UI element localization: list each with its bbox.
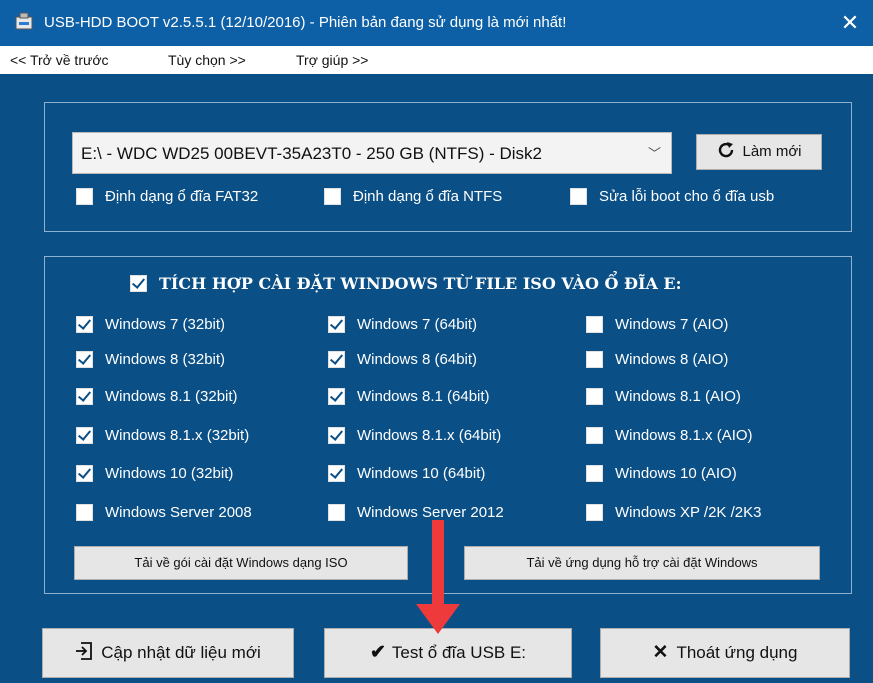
checkbox[interactable]: [570, 188, 587, 205]
windows-option[interactable]: Windows Server 2012: [328, 504, 504, 521]
windows-option[interactable]: Windows 7 (64bit): [328, 316, 477, 333]
menu-options[interactable]: Tùy chọn >>: [168, 52, 246, 68]
windows-option-label: Windows 8.1.x (32bit): [105, 427, 250, 444]
exit-app-button[interactable]: ✕ Thoát ứng dụng: [600, 628, 850, 678]
window-title: USB-HDD BOOT v2.5.5.1 (12/10/2016) - Phi…: [44, 14, 567, 31]
windows-option[interactable]: Windows 8.1 (AIO): [586, 388, 741, 405]
windows-option-label: Windows 10 (AIO): [615, 465, 737, 482]
fix-boot-option[interactable]: Sửa lỗi boot cho ổ đĩa usb: [570, 188, 774, 205]
windows-option[interactable]: Windows 8 (64bit): [328, 351, 477, 368]
usb-drive-icon: [15, 12, 33, 30]
windows-option-label: Windows 7 (32bit): [105, 316, 226, 333]
checkbox[interactable]: [76, 427, 93, 444]
checkbox[interactable]: [586, 427, 603, 444]
test-usb-button[interactable]: ✔ Test ổ đĩa USB E:: [324, 628, 572, 678]
windows-option[interactable]: Windows 8.1 (64bit): [328, 388, 490, 405]
windows-option[interactable]: Windows 8.1 (32bit): [76, 388, 238, 405]
download-tool-button[interactable]: Tải về ứng dụng hỗ trợ cài đặt Windows: [464, 546, 820, 580]
title-bar: USB-HDD BOOT v2.5.5.1 (12/10/2016) - Phi…: [0, 0, 873, 46]
checkbox[interactable]: [76, 351, 93, 368]
checkbox[interactable]: [76, 188, 93, 205]
checkbox[interactable]: [586, 388, 603, 405]
checkbox[interactable]: [328, 465, 345, 482]
format-fat32-label: Định dạng ổ đĩa FAT32: [105, 188, 259, 205]
windows-option[interactable]: Windows Server 2008: [76, 504, 252, 521]
checkbox[interactable]: [76, 388, 93, 405]
checkbox[interactable]: [328, 316, 345, 333]
menu-help[interactable]: Trợ giúp >>: [296, 52, 368, 68]
windows-option-label: Windows 8.1.x (64bit): [357, 427, 502, 444]
windows-option-label: Windows Server 2012: [357, 504, 504, 521]
checkbox[interactable]: [586, 351, 603, 368]
checkbox[interactable]: [130, 275, 147, 292]
checkbox[interactable]: [76, 465, 93, 482]
update-data-label: Cập nhật dữ liệu mới: [101, 643, 261, 662]
close-button[interactable]: ✕: [835, 8, 865, 38]
checkbox[interactable]: [328, 388, 345, 405]
checkbox[interactable]: [586, 465, 603, 482]
windows-option[interactable]: Windows XP /2K /2K3: [586, 504, 761, 521]
annotation-arrow-shaft: [432, 520, 444, 608]
checkbox[interactable]: [76, 504, 93, 521]
windows-option-label: Windows 8.1 (32bit): [105, 388, 238, 405]
windows-option[interactable]: Windows 10 (64bit): [328, 465, 485, 482]
windows-option-label: Windows 7 (64bit): [357, 316, 478, 333]
checkbox[interactable]: [328, 351, 345, 368]
checkbox[interactable]: [324, 188, 341, 205]
refresh-button[interactable]: Làm mới: [696, 134, 822, 170]
checkbox[interactable]: [328, 427, 345, 444]
windows-option-label: Windows 10 (32bit): [105, 465, 234, 482]
download-iso-button[interactable]: Tải về gói cài đặt Windows dạng ISO: [74, 546, 408, 580]
checkbox[interactable]: [328, 504, 345, 521]
windows-option[interactable]: Windows 8 (AIO): [586, 351, 728, 368]
windows-option-label: Windows XP /2K /2K3: [615, 504, 762, 521]
exit-app-label: Thoát ứng dụng: [676, 643, 798, 662]
checkbox[interactable]: [76, 316, 93, 333]
windows-option-label: Windows 8 (64bit): [357, 351, 478, 368]
drive-select-value: E:\ - WDC WD25 00BEVT-35A23T0 - 250 GB (…: [81, 144, 543, 163]
chevron-down-icon: ﹀: [647, 146, 661, 161]
windows-option-label: Windows 8.1 (AIO): [615, 388, 741, 405]
integrate-title: TÍCH HỢP CÀI ĐẶT WINDOWS TỪ FILE ISO VÀO…: [159, 274, 682, 293]
windows-option[interactable]: Windows 8.1.x (32bit): [76, 427, 249, 444]
test-usb-label: Test ổ đĩa USB E:: [391, 643, 527, 662]
annotation-arrow-icon: [416, 604, 460, 634]
windows-option-label: Windows Server 2008: [105, 504, 252, 521]
checkmark-icon: ✔: [369, 642, 386, 663]
update-data-button[interactable]: Cập nhật dữ liệu mới: [42, 628, 294, 678]
format-ntfs-option[interactable]: Định dạng ổ đĩa NTFS: [324, 188, 502, 205]
windows-option[interactable]: Windows 7 (AIO): [586, 316, 728, 333]
windows-option[interactable]: Windows 8.1.x (64bit): [328, 427, 501, 444]
windows-option-label: Windows 7 (AIO): [615, 316, 729, 333]
import-icon: [76, 642, 93, 660]
fix-boot-label: Sửa lỗi boot cho ổ đĩa usb: [599, 188, 775, 205]
windows-option-label: Windows 8 (AIO): [615, 351, 729, 368]
windows-option[interactable]: Windows 7 (32bit): [76, 316, 225, 333]
windows-option-label: Windows 8.1 (64bit): [357, 388, 490, 405]
integrate-group: [44, 256, 852, 594]
windows-option-label: Windows 8.1.x (AIO): [615, 427, 753, 444]
checkbox[interactable]: [586, 316, 603, 333]
windows-option[interactable]: Windows 8.1.x (AIO): [586, 427, 753, 444]
drive-select[interactable]: E:\ - WDC WD25 00BEVT-35A23T0 - 250 GB (…: [72, 132, 672, 174]
menu-back[interactable]: << Trở về trước: [10, 52, 109, 68]
refresh-icon: [719, 142, 734, 158]
close-x-icon: ✕: [652, 642, 669, 663]
menu-bar: << Trở về trước Tùy chọn >> Trợ giúp >>: [0, 46, 873, 74]
windows-option-label: Windows 10 (64bit): [357, 465, 486, 482]
windows-option[interactable]: Windows 10 (AIO): [586, 465, 737, 482]
windows-option[interactable]: Windows 8 (32bit): [76, 351, 225, 368]
format-fat32-option[interactable]: Định dạng ổ đĩa FAT32: [76, 188, 258, 205]
windows-option[interactable]: Windows 10 (32bit): [76, 465, 233, 482]
windows-option-label: Windows 8 (32bit): [105, 351, 226, 368]
integrate-windows-option[interactable]: TÍCH HỢP CÀI ĐẶT WINDOWS TỪ FILE ISO VÀO…: [130, 274, 682, 293]
refresh-label: Làm mới: [742, 143, 802, 160]
format-ntfs-label: Định dạng ổ đĩa NTFS: [353, 188, 503, 205]
checkbox[interactable]: [586, 504, 603, 521]
